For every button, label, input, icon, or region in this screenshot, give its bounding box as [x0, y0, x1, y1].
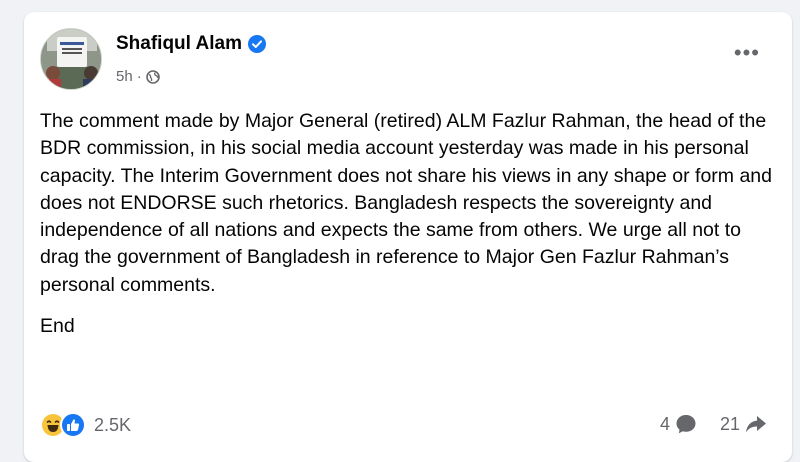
- comments-count: 4: [659, 413, 670, 434]
- author-name[interactable]: Shafiqul Alam: [116, 33, 242, 55]
- engagement-stats: 4 21: [660, 412, 768, 436]
- like-icon: [60, 412, 86, 438]
- share-icon: [744, 412, 768, 436]
- meta-separator: ·: [136, 68, 142, 85]
- comment-icon: [674, 412, 698, 436]
- avatar-photo: [41, 29, 101, 89]
- shares-count: 21: [719, 413, 740, 434]
- reactions-summary[interactable]: 2.5K: [40, 412, 131, 438]
- comments-stat[interactable]: 4: [660, 412, 698, 436]
- post-paragraph: End: [40, 315, 75, 338]
- post-paragraph: The comment made by Major General (retir…: [40, 110, 772, 296]
- post-meta: 5h ·: [116, 68, 160, 85]
- author-name-row: Shafiqul Alam: [116, 33, 266, 55]
- verified-badge-icon: [247, 35, 266, 53]
- globe-icon[interactable]: [145, 69, 160, 84]
- reaction-count: 2.5K: [94, 414, 132, 435]
- more-options-button[interactable]: •••: [734, 42, 760, 64]
- post-card: Shafiqul Alam 5h · ••• The comment made …: [24, 12, 792, 462]
- shares-stat[interactable]: 21: [720, 412, 768, 436]
- post-footer: 2.5K 4 21: [40, 412, 780, 438]
- author-avatar[interactable]: [40, 28, 102, 90]
- post-timestamp[interactable]: 5h: [116, 68, 133, 85]
- post-body: The comment made by Major General (retir…: [40, 108, 780, 340]
